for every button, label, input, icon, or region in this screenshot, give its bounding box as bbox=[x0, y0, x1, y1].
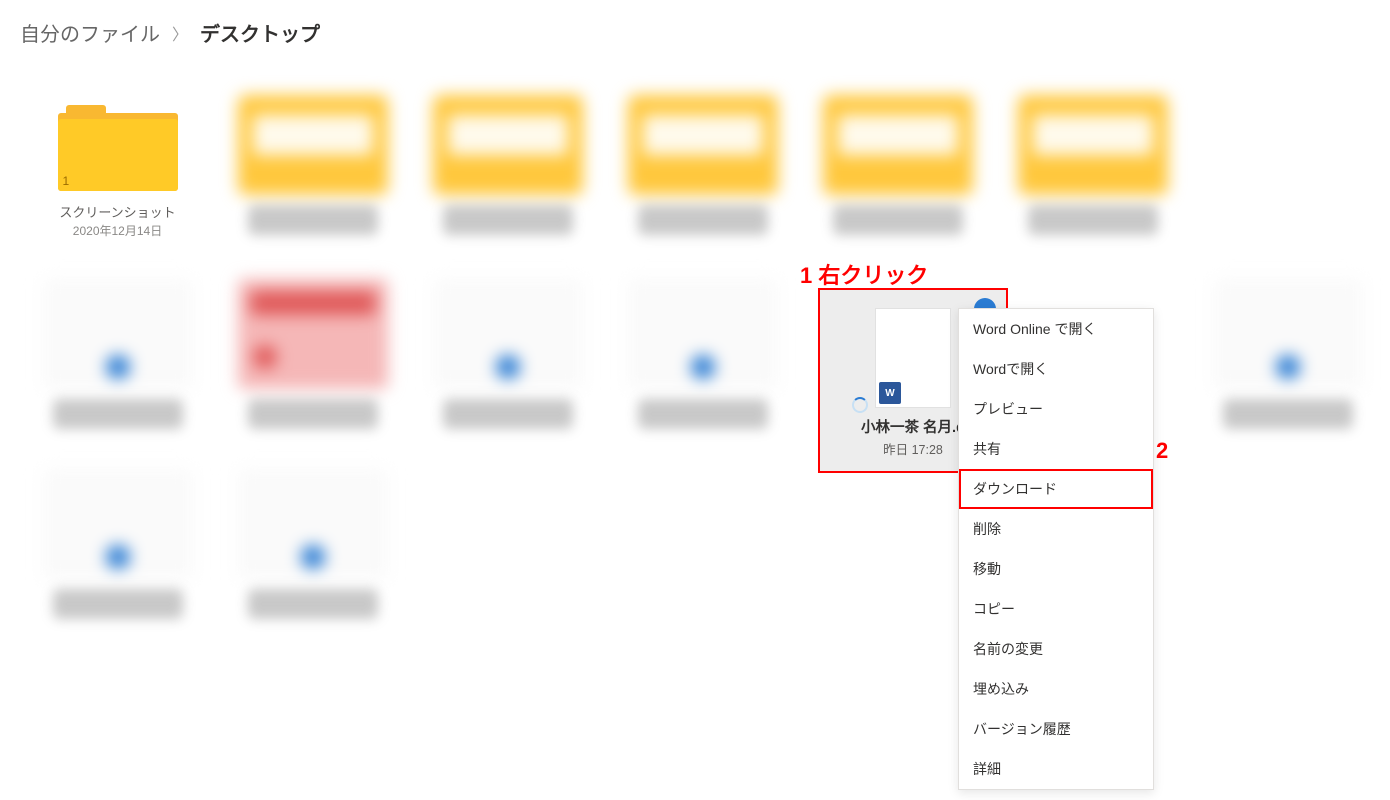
document-thumbnail: W bbox=[875, 308, 951, 408]
folder-icon: 1 bbox=[58, 99, 178, 191]
menu-open-word-online[interactable]: Word Online で開く bbox=[959, 309, 1153, 349]
folder-item-blurred[interactable] bbox=[1000, 95, 1185, 239]
folder-icon bbox=[628, 95, 778, 195]
file-thumbnail bbox=[238, 469, 388, 579]
menu-move[interactable]: 移動 bbox=[959, 549, 1153, 589]
folder-item-blurred[interactable] bbox=[220, 95, 405, 239]
annotation-1: 1 右クリック bbox=[800, 258, 928, 290]
folder-icon bbox=[433, 95, 583, 195]
chevron-right-icon: 〉 bbox=[172, 21, 188, 45]
loading-spinner-icon bbox=[852, 397, 868, 413]
folder-thumbnail: 1 bbox=[45, 95, 190, 195]
file-item-blurred[interactable] bbox=[1195, 279, 1380, 429]
file-item-blurred[interactable] bbox=[25, 469, 210, 619]
item-name-blurred bbox=[638, 205, 768, 235]
folder-item[interactable]: 1 スクリーンショット 2020年12月14日 bbox=[25, 95, 210, 239]
file-thumbnail bbox=[628, 279, 778, 389]
item-name-blurred bbox=[1028, 205, 1158, 235]
breadcrumb: 自分のファイル 〉 デスクトップ bbox=[0, 0, 1390, 65]
file-grid: 1 スクリーンショット 2020年12月14日 bbox=[0, 65, 1390, 619]
folder-badge: 1 bbox=[63, 174, 70, 188]
file-thumbnail bbox=[43, 469, 193, 579]
item-name-blurred bbox=[443, 399, 573, 429]
item-name-blurred bbox=[248, 205, 378, 235]
folder-icon bbox=[1018, 95, 1168, 195]
item-name-blurred bbox=[53, 399, 183, 429]
menu-rename[interactable]: 名前の変更 bbox=[959, 629, 1153, 669]
menu-share[interactable]: 共有 bbox=[959, 429, 1153, 469]
item-date: 2020年12月14日 bbox=[73, 222, 162, 239]
file-thumbnail bbox=[433, 279, 583, 389]
menu-delete[interactable]: 削除 bbox=[959, 509, 1153, 549]
menu-version-history[interactable]: バージョン履歴 bbox=[959, 709, 1153, 749]
folder-item-blurred[interactable] bbox=[610, 95, 795, 239]
annotation-2: 2 bbox=[1156, 438, 1168, 464]
menu-open-word[interactable]: Wordで開く bbox=[959, 349, 1153, 389]
item-name: スクリーンショット bbox=[59, 205, 175, 222]
item-name-blurred bbox=[443, 205, 573, 235]
file-item-blurred[interactable] bbox=[415, 279, 600, 429]
item-name-blurred bbox=[638, 399, 768, 429]
folder-item-blurred[interactable] bbox=[805, 95, 990, 239]
item-name-blurred bbox=[1223, 399, 1353, 429]
menu-copy[interactable]: コピー bbox=[959, 589, 1153, 629]
word-icon: W bbox=[879, 382, 901, 404]
file-thumbnail bbox=[1213, 279, 1363, 389]
menu-embed[interactable]: 埋め込み bbox=[959, 669, 1153, 709]
file-item-blurred[interactable] bbox=[25, 279, 210, 429]
breadcrumb-root[interactable]: 自分のファイル bbox=[20, 18, 160, 47]
item-name-blurred bbox=[53, 589, 183, 619]
folder-item-blurred[interactable] bbox=[415, 95, 600, 239]
folder-icon bbox=[238, 95, 388, 195]
menu-download[interactable]: ダウンロード bbox=[959, 469, 1153, 509]
folder-icon bbox=[823, 95, 973, 195]
item-name-blurred bbox=[833, 205, 963, 235]
context-menu: Word Online で開く Wordで開く プレビュー 共有 ダウンロード … bbox=[958, 308, 1154, 790]
menu-preview[interactable]: プレビュー bbox=[959, 389, 1153, 429]
file-item-blurred[interactable] bbox=[220, 279, 405, 429]
file-item-blurred[interactable] bbox=[610, 279, 795, 429]
file-item-blurred[interactable] bbox=[220, 469, 405, 619]
file-thumbnail bbox=[238, 279, 388, 389]
file-thumbnail bbox=[43, 279, 193, 389]
selected-file-name: 小林一茶 名月.d bbox=[861, 416, 965, 437]
breadcrumb-current: デスクトップ bbox=[200, 18, 320, 47]
menu-details[interactable]: 詳細 bbox=[959, 749, 1153, 789]
selected-file-date: 昨日 17:28 bbox=[883, 439, 943, 458]
item-name-blurred bbox=[248, 589, 378, 619]
item-name-blurred bbox=[248, 399, 378, 429]
